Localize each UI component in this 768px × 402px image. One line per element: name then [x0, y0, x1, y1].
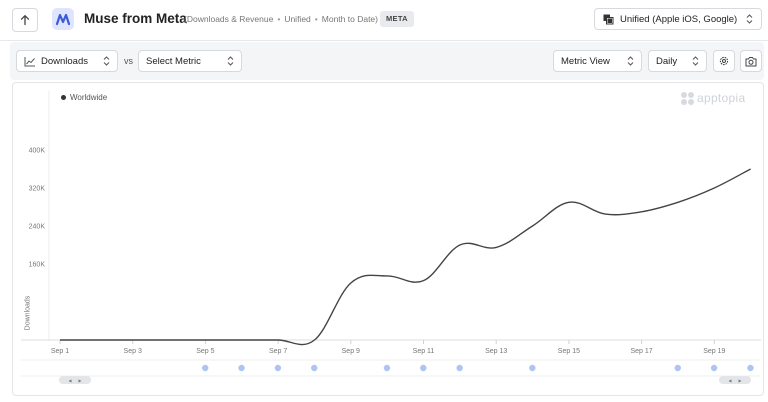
updown-chevron-icon	[627, 56, 634, 66]
timeline-marker	[529, 364, 536, 372]
updown-chevron-icon	[746, 14, 753, 24]
x-tick-label: Sep 1	[51, 348, 69, 355]
timeline-marker	[274, 364, 282, 372]
timeline-marker	[456, 364, 463, 372]
timeline-marker	[674, 364, 681, 372]
scroll-arrow-icon: ▸	[738, 379, 741, 385]
x-tick-label: Sep 7	[269, 348, 287, 355]
x-tick-label: Sep 13	[485, 348, 507, 355]
timeline-marker	[202, 364, 209, 372]
timeline-marker	[420, 364, 427, 372]
y-tick-label: 320K	[29, 186, 46, 193]
scroll-arrow-icon: ◂	[68, 379, 71, 385]
settings-button[interactable]	[713, 50, 735, 72]
x-tick-label: Sep 19	[703, 348, 725, 355]
app-header: Muse from Meta (Downloads & Revenue • Unif…	[0, 0, 768, 40]
x-tick-label: Sep 5	[196, 348, 214, 355]
app-name[interactable]: Muse from Meta	[84, 11, 187, 26]
chart-toolbar: Downloads vs Select Metric Metric View D…	[10, 42, 764, 80]
scrollbar-right-handle[interactable]	[719, 376, 751, 384]
gear-icon	[719, 56, 729, 66]
updown-chevron-icon	[103, 56, 110, 66]
primary-metric-select[interactable]: Downloads	[16, 50, 118, 72]
meta-item: Month to Date	[321, 14, 376, 24]
vs-label: vs	[124, 56, 133, 66]
meta-item: Unified	[284, 14, 311, 24]
scrollbar-left-handle[interactable]	[59, 376, 91, 384]
scroll-arrow-icon: ◂	[728, 379, 731, 385]
view-select-label: Metric View	[561, 55, 610, 67]
camera-icon	[745, 56, 757, 66]
x-tick-label: Sep 3	[124, 348, 142, 355]
timeline-marker	[383, 364, 391, 372]
platform-select[interactable]: Unified (Apple iOS, Google)	[594, 8, 762, 30]
x-tick-label: Sep 17	[631, 348, 653, 355]
secondary-metric-label: Select Metric	[146, 55, 201, 67]
app-logo-icon	[55, 13, 71, 26]
y-tick-label: 160K	[29, 262, 46, 269]
meta-separator: •	[277, 14, 281, 24]
timeline-marker	[311, 364, 318, 372]
x-tick-label: Sep 15	[558, 348, 580, 355]
chart-card: Worldwide apptopia Downloads 160K 240K 320…	[12, 82, 764, 396]
back-button[interactable]	[12, 8, 38, 32]
screenshot-button[interactable]	[740, 50, 762, 72]
y-tick-label: 240K	[29, 224, 46, 231]
meta-close-paren: )	[375, 14, 378, 24]
arrow-up-icon	[20, 15, 30, 26]
downloads-chart[interactable]: 160K 240K 320K 400K Sep 1 Sep 3 Sep 5 Sep 7 Sep …	[13, 83, 763, 395]
app-logo	[52, 8, 74, 30]
line-chart-icon	[24, 56, 35, 66]
timeline-marker	[747, 364, 754, 372]
secondary-metric-select[interactable]: Select Metric	[138, 50, 242, 72]
platform-stack-icon	[603, 14, 614, 24]
series-line	[59, 168, 751, 346]
meta-item: Downloads & Revenue	[186, 14, 274, 24]
platform-select-label: Unified (Apple iOS, Google)	[620, 13, 738, 25]
x-tick-label: Sep 11	[413, 348, 435, 355]
granularity-select-label: Daily	[656, 55, 678, 67]
app-meta: (Downloads & Revenue • Unified • Month to Da…	[184, 14, 378, 24]
meta-separator: •	[314, 14, 318, 24]
header-divider	[0, 40, 768, 41]
updown-chevron-icon	[227, 56, 234, 66]
timeline-marker	[710, 364, 718, 372]
view-select[interactable]: Metric View	[553, 50, 642, 72]
primary-metric-label: Downloads	[41, 55, 88, 67]
updown-chevron-icon	[692, 56, 699, 66]
scroll-arrow-icon: ▸	[78, 379, 81, 385]
y-tick-label: 400K	[29, 148, 46, 155]
x-tick-label: Sep 9	[342, 348, 360, 355]
granularity-select[interactable]: Daily	[648, 50, 707, 72]
publisher-badge[interactable]: META	[380, 11, 414, 27]
timeline-marker	[238, 364, 245, 372]
